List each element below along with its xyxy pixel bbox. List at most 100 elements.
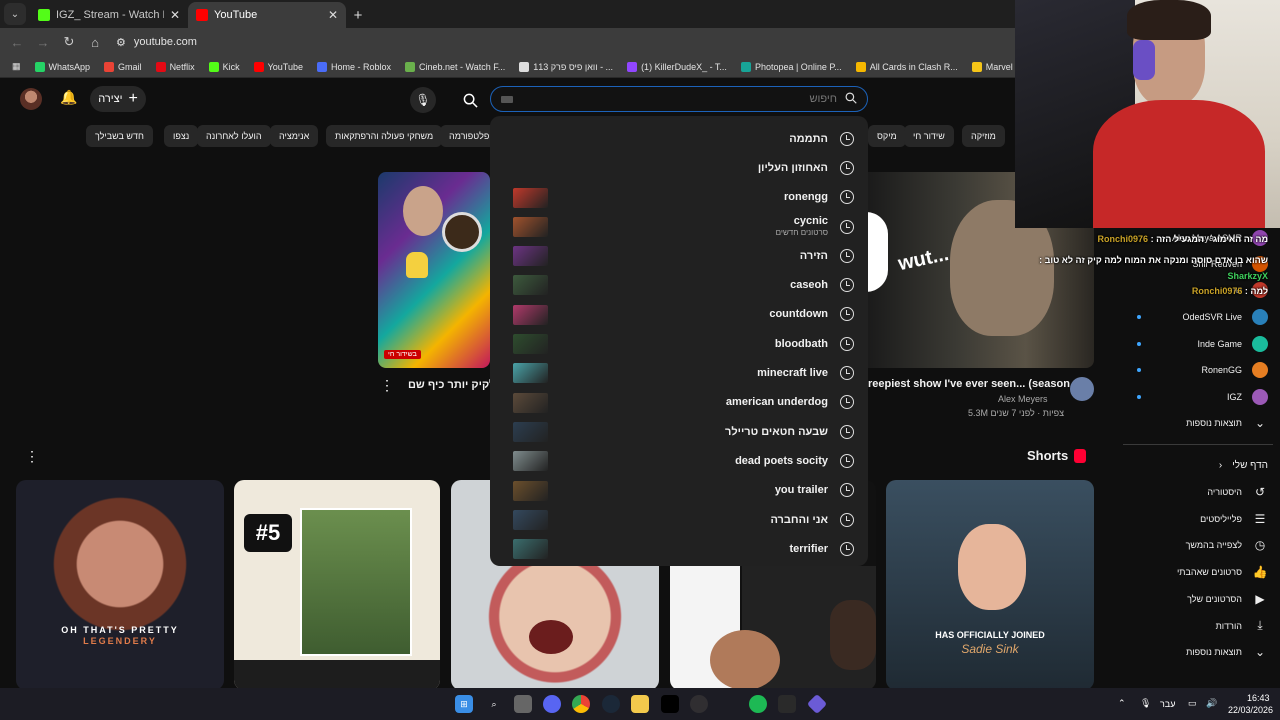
video-title-2[interactable]: reepiest show I've ever seen... (season …	[868, 378, 1083, 390]
short-1[interactable]: OH THAT'S PRETTY LEGENDERY	[16, 480, 224, 690]
bookmark-item[interactable]: Kick	[203, 61, 246, 72]
chip-4[interactable]: משחקי פעולה והרפתקאות	[326, 125, 443, 147]
close-tab-icon[interactable]: ✕	[170, 8, 180, 22]
bookmark-item[interactable]: YouTube	[248, 61, 309, 72]
bookmark-item[interactable]: Marvel Cinematic U...	[966, 61, 1015, 72]
sidebar-item-4[interactable]: ▶ הסרטונים שלך	[1187, 592, 1268, 606]
taskbar-search-icon[interactable]: ⌕	[485, 695, 503, 713]
microphone-icon[interactable]: 🎙	[1140, 698, 1151, 709]
account-avatar[interactable]	[20, 88, 42, 110]
epic-games-icon[interactable]	[778, 695, 796, 713]
sidebar-item-2[interactable]: ◷ לצפייה בהמשך	[1186, 538, 1268, 552]
search-suggestion-item[interactable]: האחוזון העליון	[490, 153, 868, 182]
youtube-header: 🔔 + יצירה 🎙	[0, 80, 1015, 120]
search-suggestion-item[interactable]: minecraft live	[490, 358, 868, 387]
search-suggestion-item[interactable]: שבעה חטאים טריילר	[490, 417, 868, 446]
bookmark-item[interactable]: Home - Roblox	[311, 61, 397, 72]
you-section-header[interactable]: הדף שלי ‹	[1219, 460, 1268, 471]
tab-search-icon[interactable]: ⌄	[4, 3, 26, 25]
discord-icon[interactable]	[543, 695, 561, 713]
chip-7[interactable]: שידור חי	[904, 125, 954, 147]
video-thumbnail-1[interactable]: בשידור חי	[378, 172, 490, 368]
chip-0[interactable]: חדש בשבילך	[86, 125, 153, 147]
notifications-bell-icon[interactable]: 🔔	[60, 89, 77, 106]
reload-icon[interactable]: ↻	[58, 34, 80, 50]
steam-icon[interactable]	[602, 695, 620, 713]
back-icon[interactable]: ←	[6, 35, 28, 50]
chrome-icon[interactable]	[572, 695, 590, 713]
home-icon[interactable]: ⌂	[84, 35, 106, 50]
bookmark-item[interactable]: Gmail	[98, 61, 148, 72]
tab-youtube[interactable]: YouTube ✕	[188, 2, 346, 28]
obs-icon[interactable]	[690, 695, 708, 713]
tab-kick-stream[interactable]: IGZ_ Stream - Watch Live on Kick ✕	[30, 2, 188, 28]
new-tab-icon[interactable]: +	[346, 7, 370, 24]
apps-grid-icon[interactable]: ▦	[6, 61, 27, 72]
search-suggestion-item[interactable]: countdown	[490, 300, 868, 329]
url-field[interactable]: ⚙ youtube.com	[116, 31, 1015, 53]
sidebar-item-3[interactable]: 👍 סרטונים שאהבתי	[1177, 565, 1268, 579]
more-options-icon[interactable]: ⋮	[380, 377, 394, 394]
clock-time[interactable]: 16:43	[1247, 693, 1270, 703]
search-suggestion-item[interactable]: ronengg	[490, 183, 868, 212]
show-more-subscriptions[interactable]: ⌄ תוצאות נוספות	[1186, 416, 1268, 430]
network-icon[interactable]: ▭	[1188, 698, 1197, 709]
bookmark-item[interactable]: WhatsApp	[29, 61, 97, 72]
clock-date[interactable]: 22/03/2026	[1228, 705, 1273, 715]
search-suggestion-item[interactable]: terrifier	[490, 534, 868, 563]
sidebar-item-0[interactable]: ↺ היסטוריה	[1207, 485, 1268, 499]
sidebar-item-5[interactable]: ⤓ הורדות	[1216, 618, 1268, 633]
short-5[interactable]: HAS OFFICIALLY JOINED Sadie Sink	[886, 480, 1094, 690]
chip-8[interactable]: מוזיקה	[962, 125, 1005, 147]
bookmark-item[interactable]: Cineb.net - Watch F...	[399, 61, 511, 72]
chip-6[interactable]: מיקס	[868, 125, 906, 147]
bookmark-item[interactable]: וואן פיס פרק 113 - ...	[513, 61, 619, 72]
voice-search-mic-icon[interactable]: 🎙	[410, 87, 436, 113]
channel-avatar[interactable]	[1070, 377, 1094, 401]
bookmark-item[interactable]: Netflix	[150, 61, 201, 72]
site-info-icon[interactable]: ⚙	[116, 36, 126, 49]
subscription-item[interactable]: Inde Game	[1197, 336, 1268, 352]
live-indicator-icon	[1137, 395, 1141, 399]
search-suggestion-item[interactable]: התממה	[490, 124, 868, 153]
search-suggestion-item[interactable]: אני והחברה	[490, 505, 868, 534]
bookmark-item[interactable]: All Cards in Clash R...	[850, 61, 964, 72]
download-icon: ⤓	[1257, 618, 1263, 632]
channel-name[interactable]: Alex Meyers	[998, 394, 1048, 404]
search-input[interactable]	[521, 93, 837, 105]
short-2[interactable]: #5	[234, 480, 440, 690]
search-suggestion-item[interactable]: cycnic סרטונים חדשים	[490, 212, 868, 241]
search-suggestion-item[interactable]: you trailer	[490, 476, 868, 505]
chevron-down-icon: ⌄	[1254, 645, 1266, 659]
subscription-item[interactable]: OdedSVR Live	[1182, 309, 1268, 325]
create-button[interactable]: + יצירה	[90, 86, 146, 112]
file-explorer-icon[interactable]	[631, 695, 649, 713]
search-suggestion-item[interactable]: bloodbath	[490, 329, 868, 358]
search-suggestion-item[interactable]: caseoh	[490, 270, 868, 299]
app-icon[interactable]	[806, 693, 828, 715]
sidebar-item-1[interactable]: ☰ פלייליסטים	[1200, 512, 1268, 526]
search-suggestion-item[interactable]: הזירה	[490, 241, 868, 270]
chip-2[interactable]: הועלו לאחרונה	[197, 125, 271, 147]
search-suggestion-item[interactable]: american underdog	[490, 388, 868, 417]
volume-icon[interactable]: 🔊	[1206, 698, 1217, 709]
close-tab-icon[interactable]: ✕	[328, 8, 338, 22]
chip-1[interactable]: נצפו	[164, 125, 199, 147]
tray-chevron-icon[interactable]: ⌃	[1118, 698, 1126, 709]
bookmark-item[interactable]: (1) KillerDudeX_ - T...	[621, 61, 733, 72]
task-view-icon[interactable]	[514, 695, 532, 713]
search-submit-icon[interactable]	[450, 88, 490, 112]
forward-icon[interactable]: →	[32, 35, 54, 50]
search-suggestion-item[interactable]: dead poets socity	[490, 446, 868, 475]
bookmark-item[interactable]: Photopea | Online P...	[735, 61, 848, 72]
capcut-icon[interactable]	[661, 695, 679, 713]
spotify-icon[interactable]	[749, 695, 767, 713]
subscription-item[interactable]: IGZ	[1227, 389, 1268, 405]
chip-3[interactable]: אנימציה	[270, 125, 319, 147]
subscription-item[interactable]: RonenGG	[1201, 362, 1268, 378]
windows-start-icon[interactable]: ⊞	[455, 695, 473, 713]
sidebar-item-6[interactable]: ⌄ תוצאות נוספות	[1186, 645, 1268, 659]
more-options-icon[interactable]: ⋮	[25, 448, 39, 465]
keyboard-icon[interactable]	[501, 95, 513, 103]
input-language[interactable]: עבר	[1160, 699, 1175, 709]
